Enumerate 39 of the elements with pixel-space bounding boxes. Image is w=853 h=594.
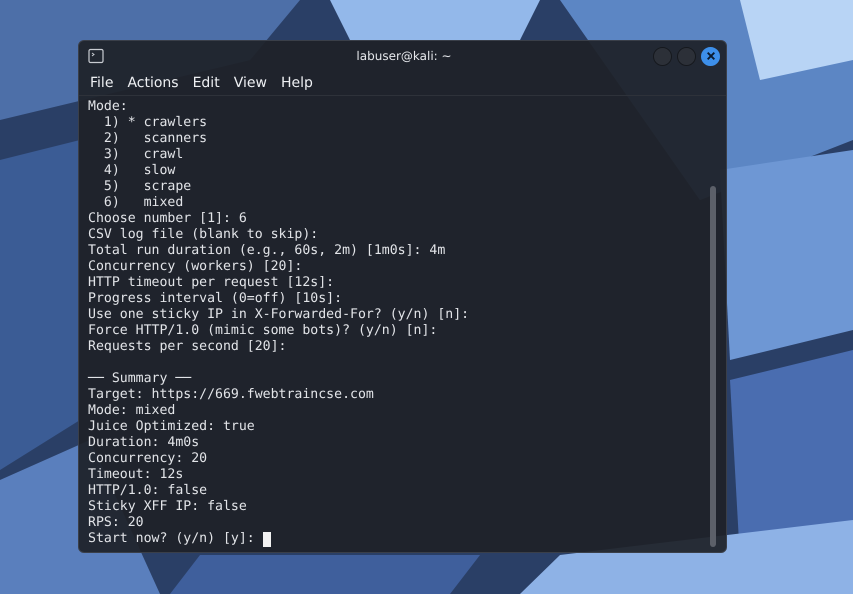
menu-item[interactable]: Actions [120,73,186,93]
terminal-line: Total run duration (e.g., 60s, 2m) [1m0s]: 4m [88,243,446,259]
terminal-line: Use one sticky IP in X-Forwarded-For? (y/n) [n]: [88,307,470,323]
terminal-line: HTTP timeout per request [12s]: [88,275,336,291]
terminal-line: Target: https://669.fwebtraincse.com [88,387,375,403]
menu-item[interactable]: View [226,73,274,93]
menu-item[interactable]: Edit [186,73,227,93]
terminal-line: Force HTTP/1.0 (mimic some bots)? (y/n) [n]: [88,323,438,339]
terminal-line: Concurrency (workers) [20]: [88,259,304,275]
terminal-line: Juice Optimized: true [88,419,256,435]
close-icon [706,51,716,61]
terminal-line: Timeout: 12s [88,467,184,483]
terminal-line: 2) scanners [102,131,208,147]
terminal-icon [88,48,104,64]
terminal-line: Sticky XFF IP: false [88,499,248,515]
terminal-line: HTTP/1.0: false [88,483,208,499]
terminal-line: Progress interval (0=off) [10s]: [88,291,344,307]
terminal-line: CSV log file (blank to skip): [88,227,320,243]
window-title: labuser@kali: ~ [356,49,452,63]
terminal-line: 4) slow [102,163,176,179]
minimize-button[interactable] [653,46,672,66]
maximize-button[interactable] [677,46,696,66]
terminal-line: 5) scrape [102,179,192,195]
terminal-line: ── Summary ── [88,371,192,387]
terminal-line: 6) mixed [102,195,184,211]
terminal-line: Mode: mixed [88,403,176,419]
terminal-line: Start now? (y/n) [y]: [88,531,256,547]
terminal-line: Duration: 4m0s [88,435,200,451]
terminal-line: Requests per second [20]: [88,339,288,355]
close-button[interactable] [701,46,720,66]
menu-item[interactable]: File [83,73,120,93]
terminal-line: RPS: 20 [88,515,145,531]
scrollbar[interactable] [710,186,716,547]
terminal-line: 1) * crawlers [102,115,208,131]
menu-item[interactable]: Help [274,73,320,93]
terminal-line: Choose number [1]: 6 [88,211,248,227]
terminal-line: Mode: [88,99,129,115]
terminal-line: Concurrency: 20 [88,451,208,467]
terminal-line: 3) crawl [102,147,184,163]
